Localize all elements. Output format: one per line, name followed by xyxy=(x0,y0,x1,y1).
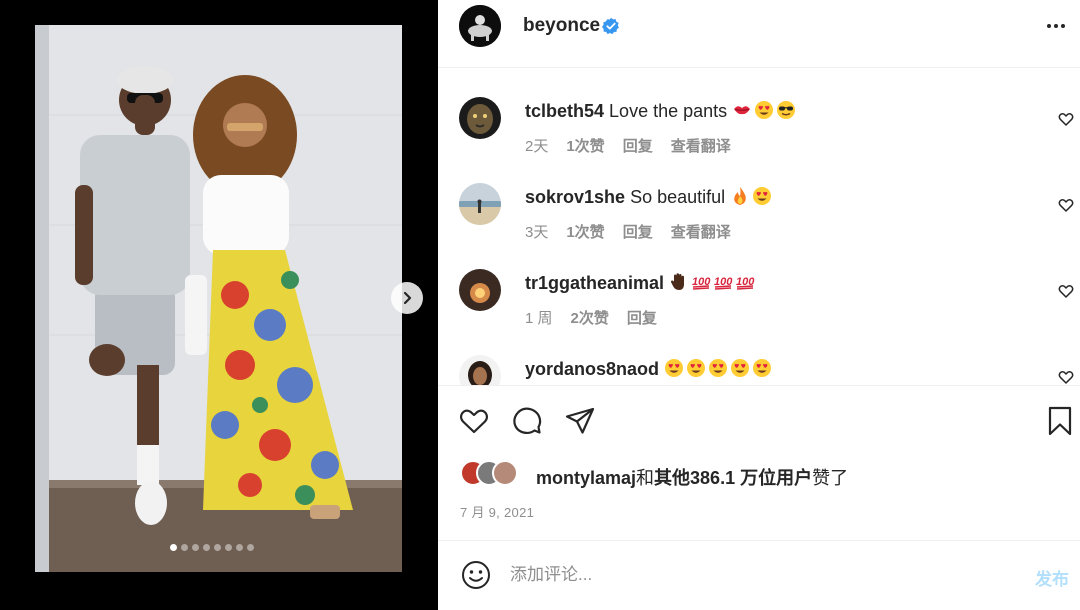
post-comment-button[interactable]: 发布 xyxy=(1035,565,1069,590)
post-panel: beyonce tclbeth54 Love the pants 2天 1次赞 … xyxy=(438,0,1080,610)
comment-composer: 发布 xyxy=(438,540,1080,610)
likes-count[interactable]: 386.1 万位用户 xyxy=(690,468,812,488)
commenter-avatar[interactable] xyxy=(459,269,501,311)
comment-heart-icon[interactable] xyxy=(1058,197,1074,213)
commenter-avatar[interactable] xyxy=(459,97,501,139)
comment-heart-icon[interactable] xyxy=(1058,369,1074,385)
comment-time: 2天 xyxy=(525,138,549,155)
slide-dot xyxy=(181,544,188,551)
post-media xyxy=(0,0,438,610)
comment-text: tr1ggatheanimal 100 100 100 xyxy=(525,272,757,294)
reply-button[interactable]: 回复 xyxy=(627,307,657,328)
heart-eyes-emoji-icon xyxy=(687,359,706,377)
heart-eyes-emoji-icon xyxy=(709,359,728,377)
liker-avatar xyxy=(492,460,518,486)
likes-suffix: 赞了 xyxy=(812,468,849,488)
hundred-points-emoji-icon: 100 xyxy=(714,276,733,290)
comment-username[interactable]: sokrov1she xyxy=(525,187,625,207)
paper-plane-icon[interactable] xyxy=(564,405,596,437)
slide-indicator xyxy=(170,544,254,551)
more-horizontal-icon[interactable] xyxy=(1044,14,1068,38)
smiley-icon[interactable] xyxy=(460,559,492,591)
likes-summary: montylamaj和其他386.1 万位用户赞了 xyxy=(536,464,848,490)
comment-username[interactable]: tr1ggatheanimal xyxy=(525,273,664,293)
comment-text: yordanos8naod xyxy=(525,358,774,380)
comment-time: 1 周 xyxy=(525,310,553,327)
verified-badge-icon xyxy=(602,17,619,35)
chevron-right-icon xyxy=(403,291,412,305)
comment-bubble-icon[interactable] xyxy=(511,405,543,437)
heart-icon[interactable] xyxy=(458,405,490,437)
hundred-points-emoji-icon: 100 xyxy=(736,276,755,290)
heart-eyes-emoji-icon xyxy=(755,101,774,119)
slide-dot xyxy=(214,544,221,551)
comment-likes[interactable]: 2次赞 xyxy=(571,307,609,328)
raised-hand-emoji-icon xyxy=(671,273,685,290)
hundred-points-emoji-icon: 100 xyxy=(692,276,711,290)
likes-joiner: 和 xyxy=(636,468,655,488)
bookmark-icon[interactable] xyxy=(1044,405,1076,437)
lips-emoji-icon xyxy=(734,106,751,115)
reply-button[interactable]: 回复 xyxy=(623,135,653,156)
slide-dot xyxy=(203,544,210,551)
post-photo[interactable] xyxy=(35,25,402,572)
author-avatar[interactable] xyxy=(459,5,501,47)
comment-item: tclbeth54 Love the pants 2天 1次赞 回复 查看翻译 xyxy=(438,89,1080,175)
comments-list[interactable]: tclbeth54 Love the pants 2天 1次赞 回复 查看翻译 … xyxy=(438,69,1080,385)
comment-meta: 2天 1次赞 回复 查看翻译 xyxy=(525,135,749,156)
translate-button[interactable]: 查看翻译 xyxy=(671,135,731,156)
author-username[interactable]: beyonce xyxy=(523,15,600,37)
comment-input[interactable] xyxy=(510,561,1010,589)
comment-meta: 3天 1次赞 回复 查看翻译 xyxy=(525,221,749,242)
comment-likes[interactable]: 1次赞 xyxy=(566,221,604,242)
heart-eyes-emoji-icon xyxy=(753,359,772,377)
reply-button[interactable]: 回复 xyxy=(623,221,653,242)
slide-dot xyxy=(247,544,254,551)
comment-time: 3天 xyxy=(525,224,549,241)
commenter-avatar[interactable] xyxy=(459,355,501,385)
comment-username[interactable]: tclbeth54 xyxy=(525,101,604,121)
comment-text: tclbeth54 Love the pants xyxy=(525,100,798,122)
post-actions: montylamaj和其他386.1 万位用户赞了 7 月 9, 2021 xyxy=(438,385,1080,540)
heart-eyes-emoji-icon xyxy=(665,359,684,377)
commenter-avatar[interactable] xyxy=(459,183,501,225)
comment-body: So beautiful xyxy=(630,187,726,207)
heart-eyes-emoji-icon xyxy=(731,359,750,377)
comment-body: Love the pants xyxy=(609,101,728,121)
post-header: beyonce xyxy=(438,0,1080,68)
liker-username[interactable]: montylamaj xyxy=(536,468,636,488)
sunglasses-emoji-icon xyxy=(777,101,796,119)
comment-heart-icon[interactable] xyxy=(1058,283,1074,299)
comment-text: sokrov1she So beautiful xyxy=(525,186,774,208)
likes-others[interactable]: 其他 xyxy=(654,468,690,488)
post-date[interactable]: 7 月 9, 2021 xyxy=(460,502,534,521)
comment-meta: 1 周 2次赞 回复 xyxy=(525,307,675,328)
slide-dot xyxy=(192,544,199,551)
slide-dot xyxy=(236,544,243,551)
comment-item: yordanos8naod xyxy=(438,347,1080,385)
liker-avatars[interactable] xyxy=(460,460,518,486)
next-slide-button[interactable] xyxy=(391,282,423,314)
comment-item: sokrov1she So beautiful 3天 1次赞 回复 查看翻译 xyxy=(438,175,1080,261)
translate-button[interactable]: 查看翻译 xyxy=(671,221,731,242)
slide-dot xyxy=(170,544,177,551)
fire-emoji-icon xyxy=(734,187,746,205)
comment-likes[interactable]: 1次赞 xyxy=(566,135,604,156)
slide-dot xyxy=(225,544,232,551)
heart-eyes-emoji-icon xyxy=(753,187,772,205)
comment-item: tr1ggatheanimal 100 100 100 1 周 2次赞 回复 xyxy=(438,261,1080,347)
comment-heart-icon[interactable] xyxy=(1058,111,1074,127)
comment-username[interactable]: yordanos8naod xyxy=(525,359,659,379)
